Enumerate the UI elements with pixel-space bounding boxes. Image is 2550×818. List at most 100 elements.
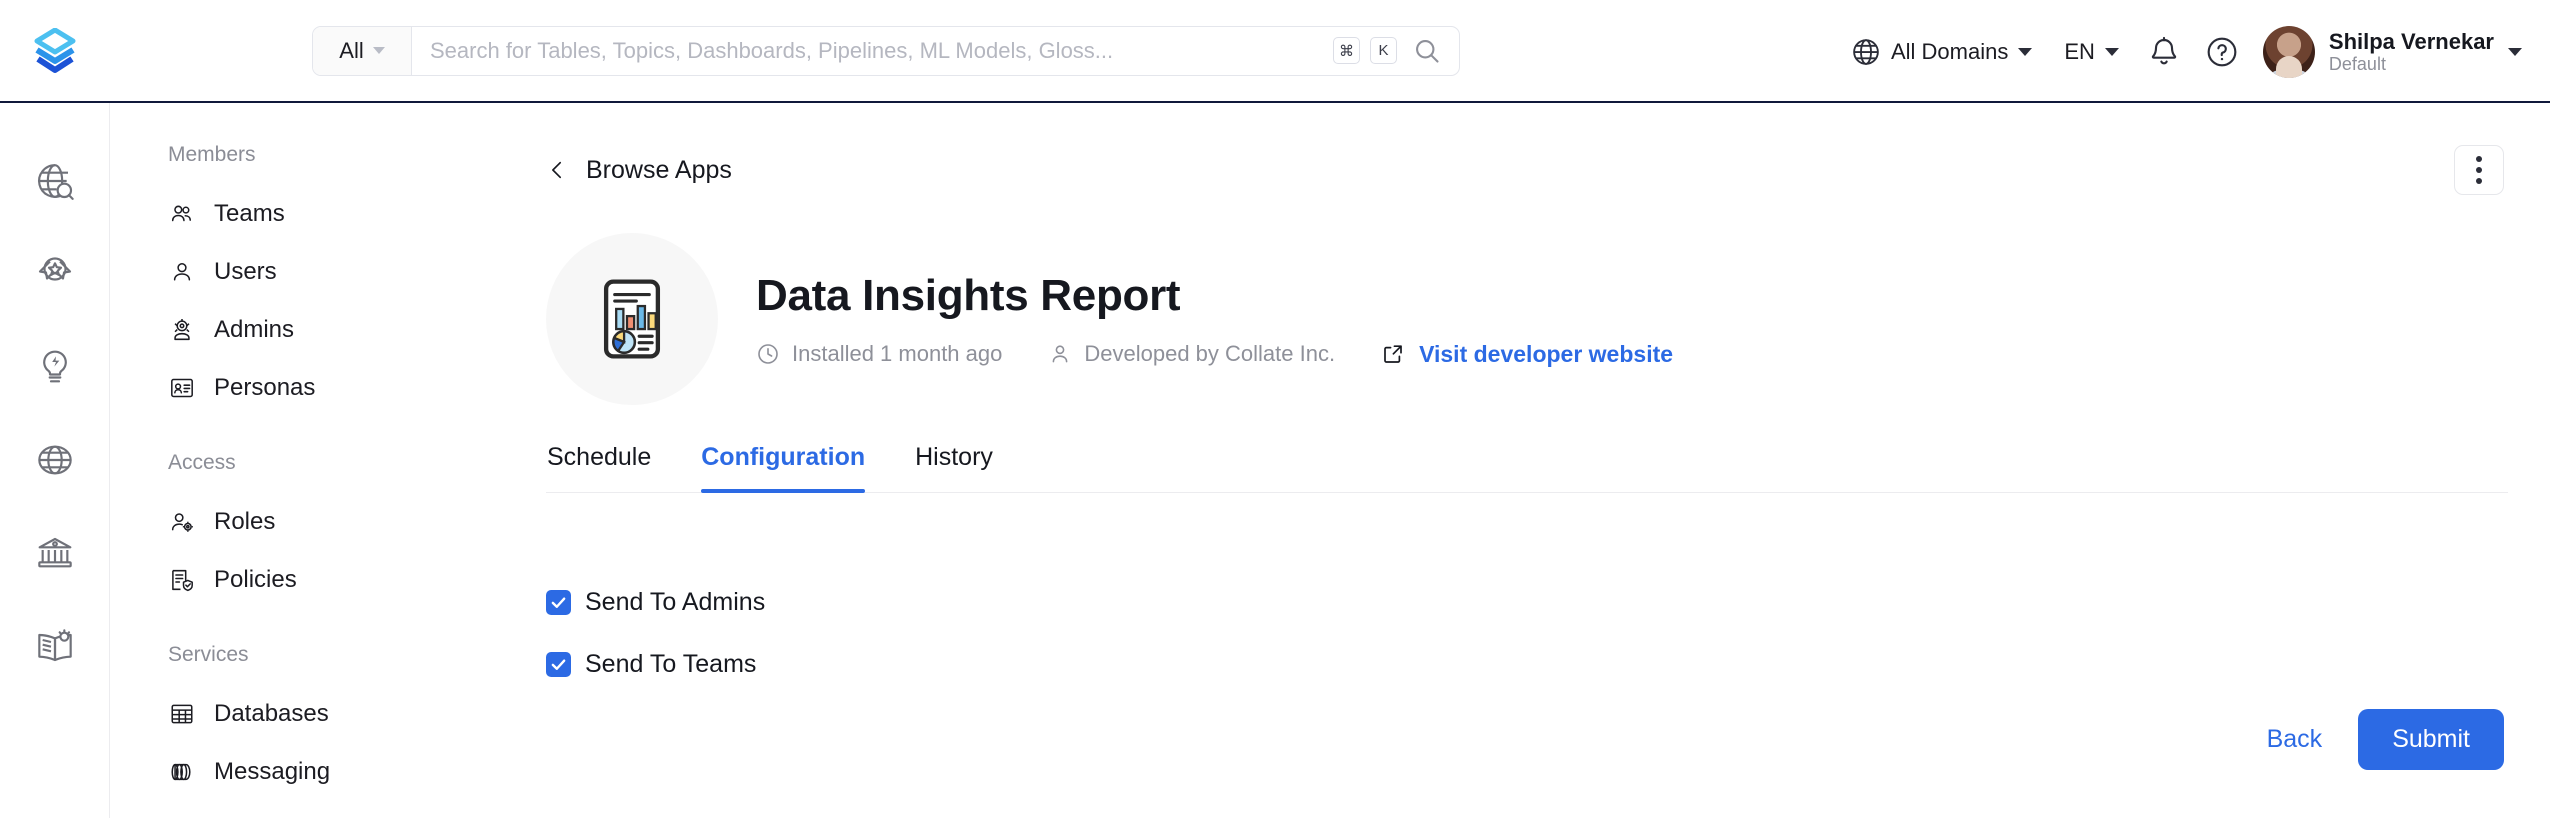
- check-icon: [551, 658, 566, 670]
- search-box: All ⌘ K: [312, 25, 1460, 76]
- settings-sidebar: Members Teams Users Admins Personas Acce…: [110, 103, 518, 818]
- language-selector[interactable]: EN: [2048, 24, 2135, 80]
- sidebar-item-label: Teams: [214, 200, 285, 227]
- sidebar-item-users[interactable]: Users: [168, 243, 518, 301]
- teams-icon: [168, 200, 196, 228]
- quality-icon: [38, 257, 71, 281]
- help-button[interactable]: [2193, 24, 2251, 80]
- nav-group-services: Services Databases Messaging: [168, 643, 518, 801]
- rail-item-governance[interactable]: [25, 523, 85, 583]
- chevron-down-icon: [2104, 47, 2119, 56]
- header-actions: All Domains EN Shilpa Vernekar Default: [1835, 0, 2522, 103]
- developer-info: Developed by Collate Inc.: [1048, 341, 1335, 367]
- governance-icon: [37, 537, 72, 568]
- sidebar-item-admins[interactable]: Admins: [168, 301, 518, 359]
- user-icon: [1052, 345, 1068, 363]
- checkbox-row-send-to-teams[interactable]: Send To Teams: [546, 633, 2508, 695]
- checkbox-label: Send To Admins: [585, 587, 766, 616]
- developer-website-link[interactable]: Visit developer website: [1381, 341, 1673, 368]
- nav-group-title: Access: [168, 451, 236, 474]
- help-circle-icon: [2207, 37, 2237, 66]
- user-menu[interactable]: Shilpa Vernekar Default: [2251, 25, 2522, 78]
- content-header-row: Browse Apps: [546, 145, 2508, 195]
- explore-icon: [37, 164, 74, 200]
- search-scope-label: All: [339, 37, 364, 63]
- tab-configuration[interactable]: Configuration: [701, 443, 889, 493]
- rail-item-quality[interactable]: [25, 244, 85, 304]
- top-header: All ⌘ K: [0, 0, 2550, 103]
- search-input-zone: ⌘ K: [412, 37, 1459, 65]
- sidebar-item-label: Roles: [214, 508, 276, 535]
- search-input[interactable]: [430, 37, 1323, 64]
- checkbox-row-send-to-admins[interactable]: Send To Admins: [546, 571, 2508, 633]
- sidebar-item-personas[interactable]: Personas: [168, 359, 518, 417]
- rail-item-glossary[interactable]: [25, 616, 85, 676]
- rail-item-explore[interactable]: [25, 151, 85, 211]
- icon-rail: [0, 103, 110, 818]
- sidebar-item-policies[interactable]: Policies: [168, 551, 518, 609]
- notifications-button[interactable]: [2135, 24, 2193, 80]
- rail-item-insights[interactable]: [25, 337, 85, 397]
- chevron-down-icon: [2508, 47, 2522, 56]
- sidebar-item-label: Databases: [214, 700, 329, 727]
- sidebar-item-label: Policies: [214, 566, 297, 593]
- form-actions: Back Submit: [2267, 709, 2504, 770]
- tab-schedule[interactable]: Schedule: [547, 443, 675, 492]
- page-title: Data Insights Report: [756, 270, 1181, 320]
- sidebar-item-messaging[interactable]: Messaging: [168, 743, 518, 801]
- shortcut-letter-key: K: [1370, 37, 1397, 64]
- search-scope-dropdown[interactable]: All: [313, 26, 412, 75]
- avatar: [2262, 25, 2315, 78]
- insights-icon: [42, 350, 67, 383]
- bell-icon: [2151, 36, 2177, 64]
- chevron-down-icon: [372, 47, 385, 54]
- search-icon[interactable]: [1413, 37, 1441, 65]
- developer-website-label: Visit developer website: [1419, 340, 1674, 367]
- report-chart-icon: [603, 279, 661, 359]
- database-icon: [168, 700, 196, 728]
- back-button[interactable]: Back: [2267, 725, 2323, 754]
- install-info: Installed 1 month ago: [756, 341, 1002, 367]
- sidebar-item-label: Messaging: [214, 758, 331, 785]
- kebab-dot-icon: [2476, 178, 2482, 184]
- tab-history[interactable]: History: [915, 443, 1017, 492]
- submit-button[interactable]: Submit: [2358, 709, 2504, 770]
- breadcrumb-back[interactable]: Browse Apps: [546, 156, 732, 185]
- checkbox-send-to-admins[interactable]: [546, 589, 571, 615]
- sidebar-item-teams[interactable]: Teams: [168, 185, 518, 243]
- app-header: Data Insights Report Installed 1 month a…: [546, 233, 2508, 405]
- checkbox-send-to-teams[interactable]: [546, 651, 571, 677]
- developer-info-label: Developed by Collate Inc.: [1084, 341, 1336, 366]
- kebab-dot-icon: [2476, 167, 2482, 173]
- clock-icon: [758, 344, 778, 364]
- breadcrumb-label: Browse Apps: [586, 155, 732, 184]
- shortcut-modifier-key: ⌘: [1333, 37, 1360, 64]
- user-info: Shilpa Vernekar Default: [2329, 29, 2494, 75]
- check-icon: [551, 596, 566, 608]
- nav-group-title: Services: [168, 643, 249, 666]
- user-name: Shilpa Vernekar: [2328, 28, 2494, 54]
- domain-selector-label: All Domains: [1890, 38, 2009, 64]
- domains-icon: [37, 445, 72, 475]
- external-link-icon: [1384, 345, 1402, 363]
- app-info: Data Insights Report Installed 1 month a…: [756, 271, 1673, 368]
- body: Members Teams Users Admins Personas Acce…: [0, 103, 2550, 818]
- app-meta-row: Installed 1 month ago Developed by Colla…: [756, 341, 1673, 368]
- sidebar-item-roles[interactable]: Roles: [168, 493, 518, 551]
- main-content: Browse Apps Data Insights Report Install…: [518, 103, 2550, 818]
- more-actions-button[interactable]: [2454, 145, 2504, 195]
- glossary-icon: [37, 629, 72, 662]
- user-role: Default: [2328, 53, 2386, 74]
- domain-selector[interactable]: All Domains: [1835, 24, 2048, 80]
- rail-item-domains[interactable]: [25, 430, 85, 490]
- app-root: All ⌘ K: [0, 0, 2550, 818]
- app-icon-container: [546, 233, 718, 405]
- sidebar-item-label: Users: [214, 258, 277, 285]
- kebab-dot-icon: [2476, 156, 2482, 162]
- chevron-down-icon: [2018, 47, 2033, 56]
- roles-icon: [168, 508, 196, 536]
- logo-container[interactable]: [0, 27, 110, 74]
- nav-group-title: Members: [168, 143, 256, 166]
- nav-group-access: Access Roles Policies: [168, 451, 518, 609]
- sidebar-item-databases[interactable]: Databases: [168, 685, 518, 743]
